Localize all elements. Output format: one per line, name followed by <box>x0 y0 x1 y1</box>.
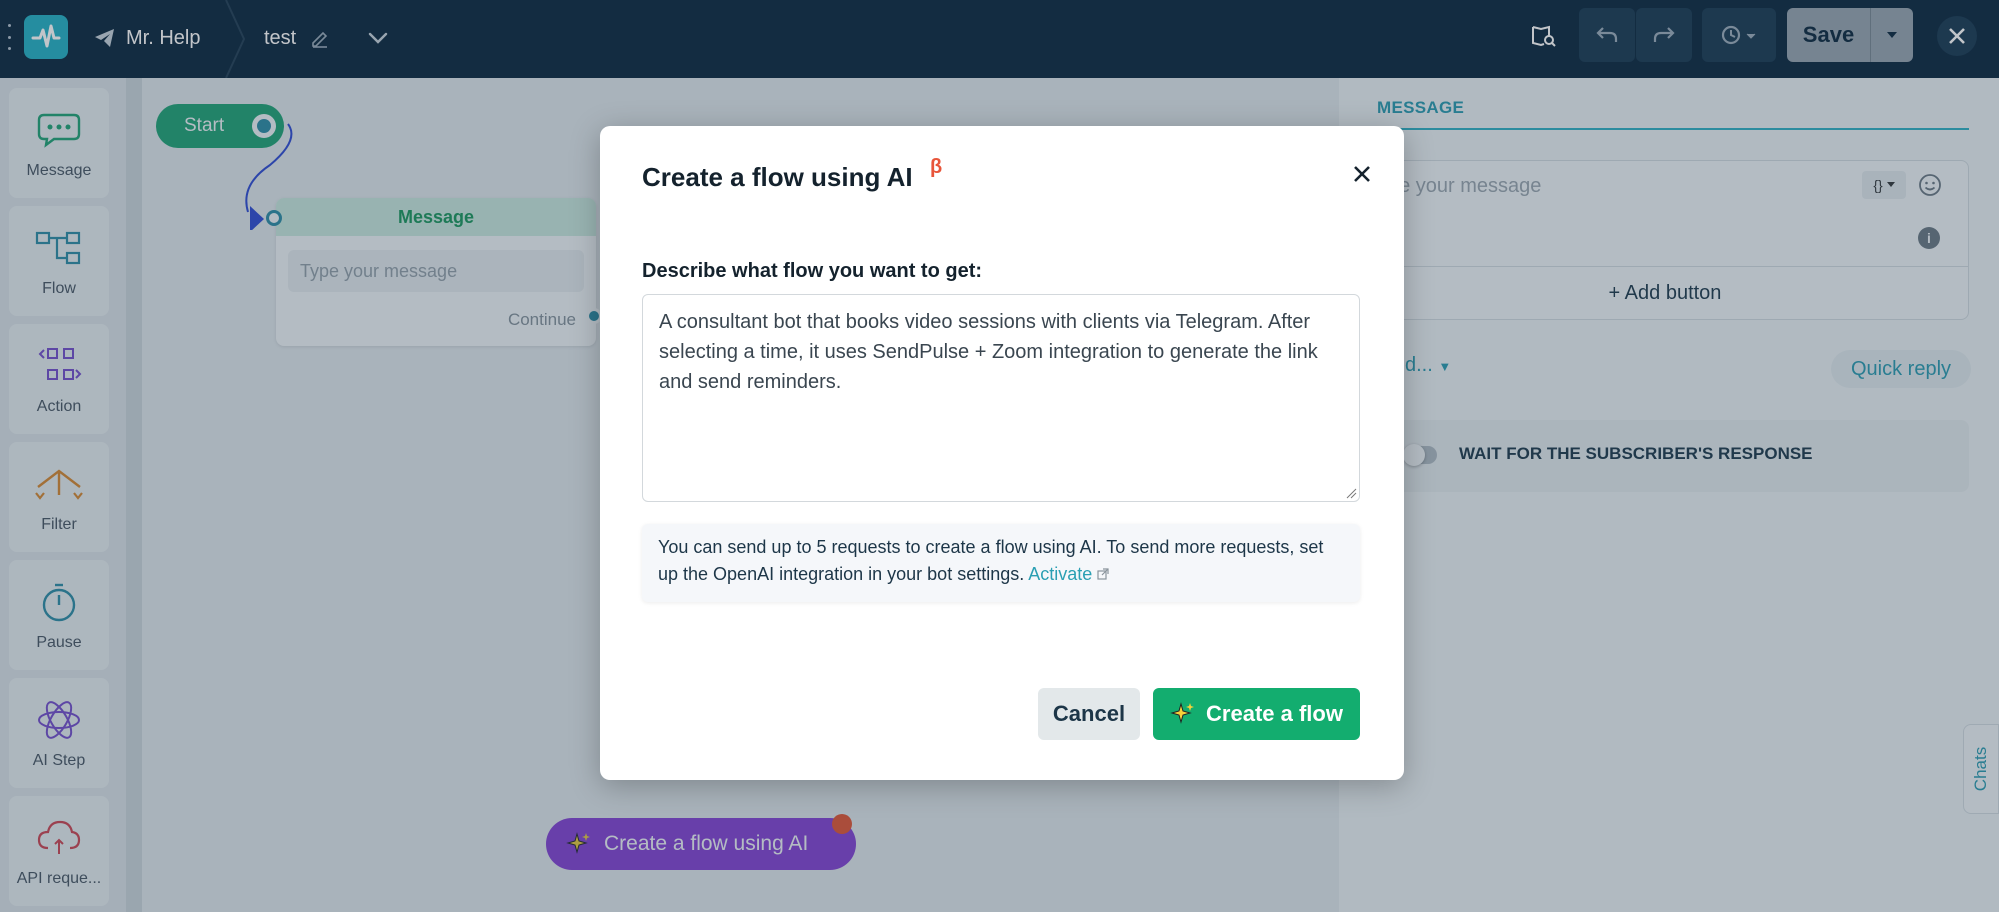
beta-badge: β <box>930 156 943 178</box>
flow-builder-app: Mr. Help test Save Message Flow Action F… <box>0 0 1999 912</box>
sparkles-icon <box>1170 702 1195 724</box>
flow-description-text: A consultant bot that books video sessio… <box>659 311 1318 393</box>
external-link-icon <box>1097 568 1109 580</box>
resize-handle-icon[interactable] <box>1345 487 1357 499</box>
create-flow-ai-dialog: Create a flow using AI β Describe what f… <box>600 126 1404 780</box>
overlay-top <box>0 0 1999 78</box>
description-label: Describe what flow you want to get: <box>642 260 983 282</box>
close-icon <box>1354 166 1370 182</box>
activate-link[interactable]: Activate <box>1028 564 1109 584</box>
create-flow-label: Create a flow <box>1206 701 1343 726</box>
cancel-button[interactable]: Cancel <box>1038 688 1140 740</box>
activate-link-label: Activate <box>1028 564 1093 584</box>
note-text: You can send up to 5 requests to create … <box>658 537 1324 584</box>
flow-description-textarea[interactable]: A consultant bot that books video sessio… <box>642 294 1360 502</box>
dialog-title: Create a flow using AI <box>642 162 913 192</box>
request-limit-note: You can send up to 5 requests to create … <box>642 524 1360 602</box>
dialog-close-button[interactable] <box>1348 160 1376 188</box>
create-flow-button[interactable]: Create a flow <box>1153 688 1360 740</box>
